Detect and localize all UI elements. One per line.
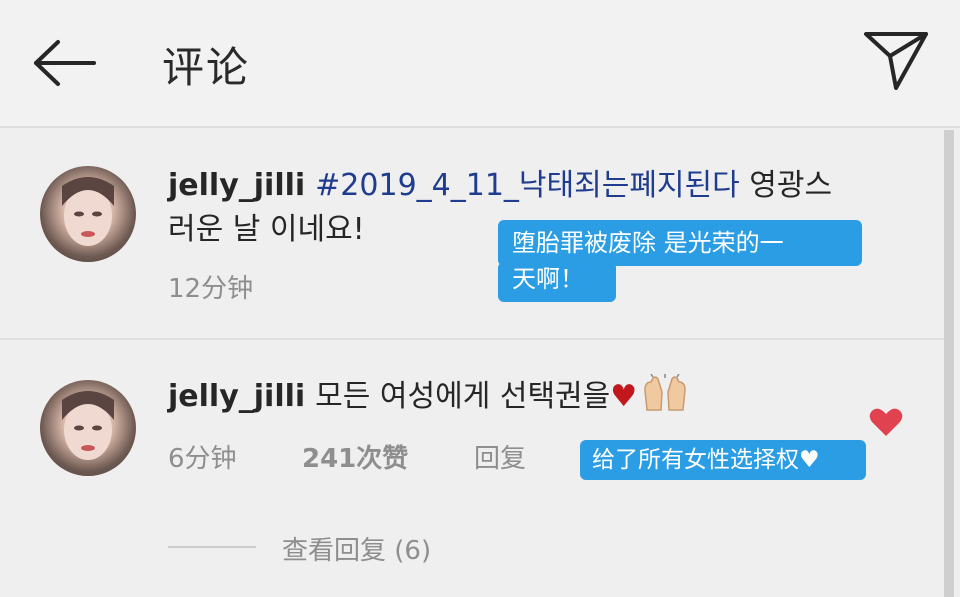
divider-line — [168, 546, 256, 548]
avatar[interactable] — [40, 380, 136, 476]
top-bar: 评论 — [0, 0, 960, 128]
comment-text: jelly_jilli 모든 여성에게 선택권을♥ — [168, 373, 928, 419]
heart-icon[interactable] — [868, 406, 904, 438]
red-heart-emoji: ♥ — [610, 379, 638, 414]
comment-time: 12分钟 — [168, 274, 254, 304]
raising-hands-emoji — [641, 373, 689, 412]
view-replies-link[interactable]: 查看回复 (6) — [282, 530, 431, 567]
subtitle-overlay: 给了所有女性选择权♥ — [580, 440, 866, 480]
paper-plane-icon[interactable] — [862, 28, 930, 92]
comment-username[interactable]: jelly_jilli — [168, 379, 305, 414]
comment-hashtag[interactable]: #2019_4_11_낙태죄는폐지된다 — [315, 168, 740, 203]
reply-button[interactable]: 回复 — [474, 438, 526, 475]
avatar[interactable] — [40, 166, 136, 262]
subtitle-overlay: 天啊！ — [498, 262, 616, 302]
likes-count[interactable]: 241次赞 — [302, 438, 408, 475]
subtitle-overlay: 堕胎罪被废除 是光荣的一 — [498, 220, 862, 266]
comment-username[interactable]: jelly_jilli — [168, 168, 305, 203]
back-arrow-icon[interactable] — [30, 38, 96, 88]
comment-time: 6分钟 — [168, 444, 237, 474]
comment-body: 모든 여성에게 선택권을 — [315, 379, 611, 414]
page-title: 评论 — [162, 43, 251, 92]
scrollbar[interactable] — [944, 130, 954, 597]
